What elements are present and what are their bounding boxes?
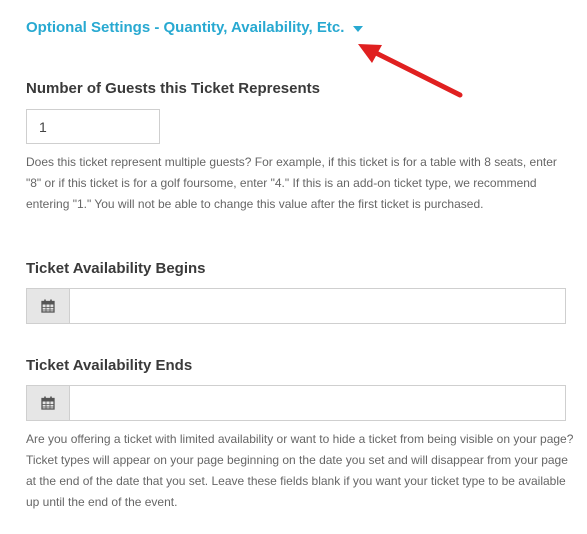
optional-settings-label: Optional Settings - Quantity, Availabili…	[26, 19, 345, 36]
guests-quantity-input[interactable]	[26, 109, 160, 144]
availability-ends-input[interactable]	[70, 386, 565, 420]
red-arrow-annotation-icon	[358, 44, 463, 98]
availability-ends-field	[26, 385, 566, 421]
calendar-icon[interactable]	[27, 386, 70, 420]
guests-label: Number of Guests this Ticket Represents	[26, 80, 320, 97]
availability-begins-input[interactable]	[70, 289, 565, 323]
availability-begins-field	[26, 288, 566, 324]
calendar-icon[interactable]	[27, 289, 70, 323]
availability-begins-label: Ticket Availability Begins	[26, 260, 206, 277]
availability-help-text: Are you offering a ticket with limited a…	[26, 432, 574, 509]
optional-settings-toggle[interactable]: Optional Settings - Quantity, Availabili…	[26, 19, 364, 36]
guests-help-text: Does this ticket represent multiple gues…	[26, 155, 557, 211]
caret-down-icon	[353, 25, 364, 32]
availability-ends-label: Ticket Availability Ends	[26, 357, 193, 374]
